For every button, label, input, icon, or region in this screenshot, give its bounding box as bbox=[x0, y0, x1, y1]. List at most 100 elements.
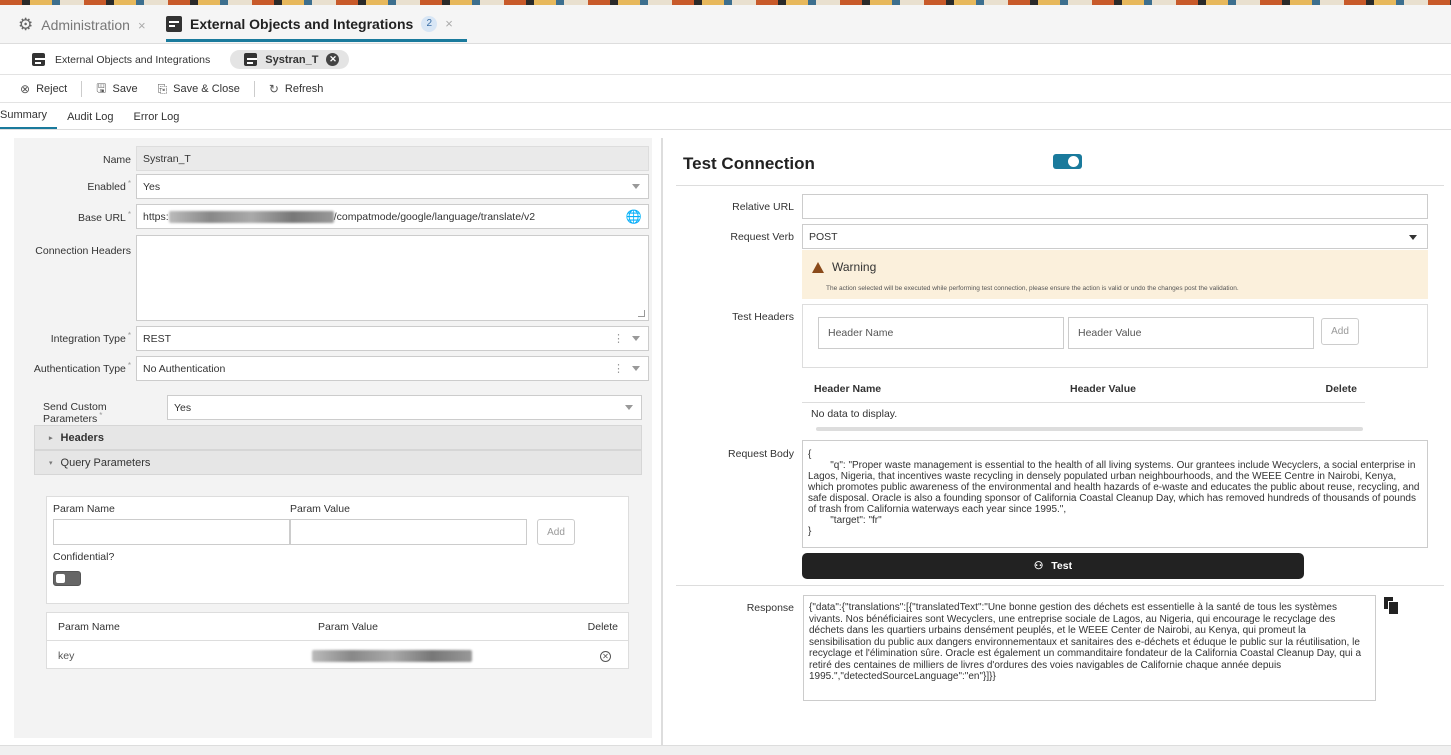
save-label: Save bbox=[112, 83, 138, 95]
tab-administration-label: Administration bbox=[41, 17, 130, 33]
test-connection-title: Test Connection bbox=[683, 154, 815, 173]
base-url-input[interactable]: https:/compatmode/google/language/transl… bbox=[136, 204, 649, 229]
confidential-toggle[interactable] bbox=[53, 571, 81, 586]
globe-icon[interactable]: 🌐 bbox=[626, 209, 642, 225]
send-custom-label: Send Custom Parameters * bbox=[43, 401, 107, 425]
param-name-input[interactable] bbox=[53, 519, 290, 545]
document-icon bbox=[166, 15, 182, 32]
relative-url-label: Relative URL bbox=[732, 201, 794, 213]
request-verb-select[interactable]: POST bbox=[802, 224, 1428, 249]
close-icon[interactable]: × bbox=[138, 18, 146, 33]
save-close-button[interactable]: ⎘ Save & Close bbox=[148, 82, 250, 97]
enabled-select[interactable]: Yes bbox=[136, 174, 649, 199]
integration-type-label: Integration Type * bbox=[50, 331, 131, 345]
params-table: Param Name Param Value Delete key ✕ bbox=[46, 612, 629, 669]
horizontal-scrollbar[interactable] bbox=[802, 425, 1377, 432]
reject-button[interactable]: ⊗ Reject bbox=[10, 82, 77, 96]
enabled-label: Enabled * bbox=[87, 179, 131, 193]
test-icon: ⚇ bbox=[1033, 560, 1044, 572]
auth-type-label: Authentication Type * bbox=[33, 361, 131, 375]
test-headers-table-header: Header Name Header Value Delete bbox=[802, 373, 1365, 403]
tab-audit-log[interactable]: Audit Log bbox=[57, 111, 123, 129]
warning-icon bbox=[812, 261, 824, 273]
param-name-label: Param Name bbox=[53, 503, 115, 515]
more-icon[interactable]: ⋮ bbox=[613, 362, 624, 375]
test-connection-toggle[interactable] bbox=[1053, 154, 1082, 169]
request-verb-label: Request Verb bbox=[730, 231, 794, 243]
col-param-name: Param Name bbox=[58, 620, 120, 633]
header-name-input[interactable]: Header Name bbox=[818, 317, 1064, 349]
request-body-label: Request Body bbox=[728, 448, 794, 460]
toolbar-divider bbox=[81, 81, 83, 97]
chevron-down-icon: ▾ bbox=[49, 459, 53, 467]
warning-banner: Warning The action selected will be exec… bbox=[802, 250, 1428, 299]
test-headers-table: Header Name Header Value Delete No data … bbox=[802, 373, 1365, 431]
col-delete: Delete bbox=[1325, 383, 1357, 395]
toolbar: ⊗ Reject 🖫 Save ⎘ Save & Close ↻ Refresh bbox=[0, 76, 1451, 103]
add-param-button[interactable]: Add bbox=[537, 519, 575, 545]
breadcrumb-parent-label: External Objects and Integrations bbox=[55, 53, 211, 66]
add-header-button[interactable]: Add bbox=[1321, 318, 1359, 345]
document-icon bbox=[32, 53, 45, 66]
refresh-button[interactable]: ↻ Refresh bbox=[259, 82, 334, 96]
test-headers-box: Header Name Header Value Add bbox=[802, 304, 1428, 368]
breadcrumb-current[interactable]: Systran_T ✕ bbox=[230, 50, 350, 69]
close-icon[interactable]: × bbox=[445, 16, 453, 31]
refresh-icon: ↻ bbox=[268, 82, 279, 96]
tab-count-badge: 2 bbox=[421, 15, 438, 32]
save-close-label: Save & Close bbox=[173, 83, 240, 95]
base-url-label: Base URL * bbox=[78, 210, 131, 224]
query-parameters-section-toggle[interactable]: ▾ Query Parameters bbox=[34, 450, 642, 475]
top-tab-bar: ⚙ Administration × External Objects and … bbox=[0, 0, 1451, 44]
tab-external-objects-label: External Objects and Integrations bbox=[190, 15, 414, 32]
save-button[interactable]: 🖫 Save bbox=[86, 79, 147, 100]
tab-error-log[interactable]: Error Log bbox=[124, 111, 190, 129]
redacted-value bbox=[312, 650, 472, 662]
close-icon[interactable]: ✕ bbox=[326, 53, 340, 66]
col-delete: Delete bbox=[587, 620, 618, 633]
test-button-label: Test bbox=[1051, 560, 1073, 572]
document-icon bbox=[244, 53, 258, 66]
save-close-icon: ⎘ bbox=[157, 81, 168, 96]
delete-icon[interactable]: ✕ bbox=[600, 650, 611, 662]
confidential-label: Confidential? bbox=[53, 551, 115, 563]
custom-parameters-panel: Send Custom Parameters * Yes ▸ Headers ▾ Qu… bbox=[34, 393, 642, 683]
tab-summary[interactable]: Summary bbox=[0, 109, 58, 129]
header-value-input[interactable]: Header Value bbox=[1068, 317, 1314, 349]
integration-type-select[interactable]: REST ⋮ bbox=[136, 326, 649, 351]
param-value-label: Param Value bbox=[290, 503, 350, 515]
copy-icon[interactable] bbox=[1384, 597, 1399, 615]
test-headers-label: Test Headers bbox=[732, 311, 794, 323]
gear-icon: ⚙ bbox=[18, 15, 34, 34]
param-name-cell: key bbox=[58, 650, 75, 662]
status-bar bbox=[0, 745, 1451, 755]
save-icon: 🖫 bbox=[96, 80, 107, 95]
connection-headers-textarea[interactable] bbox=[136, 235, 649, 321]
relative-url-input[interactable] bbox=[802, 194, 1428, 219]
headers-section-toggle[interactable]: ▸ Headers bbox=[34, 425, 642, 450]
chevron-right-icon: ▸ bbox=[49, 434, 53, 442]
tab-administration[interactable]: ⚙ Administration × bbox=[18, 8, 146, 42]
breadcrumb-parent[interactable]: External Objects and Integrations bbox=[32, 53, 210, 66]
col-header-name: Header Name bbox=[814, 383, 882, 395]
add-param-box: Param Name Param Value Add Confidential? bbox=[46, 496, 629, 604]
toolbar-divider bbox=[253, 81, 255, 97]
param-value-input[interactable] bbox=[290, 519, 527, 545]
col-param-value: Param Value bbox=[318, 620, 378, 633]
tab-external-objects[interactable]: External Objects and Integrations 2 × bbox=[166, 8, 467, 42]
redacted-host bbox=[168, 210, 334, 223]
circle-x-icon: ⊗ bbox=[20, 82, 31, 96]
reject-label: Reject bbox=[36, 83, 68, 95]
no-data-message: No data to display. bbox=[811, 408, 898, 420]
more-icon[interactable]: ⋮ bbox=[613, 332, 624, 345]
table-row[interactable]: key ✕ bbox=[47, 642, 628, 670]
refresh-label: Refresh bbox=[284, 83, 324, 95]
request-body-textarea[interactable]: { "q": "Proper waste management is essen… bbox=[802, 440, 1428, 548]
response-textarea[interactable]: {"data":{"translations":[{"translatedTex… bbox=[803, 595, 1376, 701]
breadcrumb: External Objects and Integrations Systra… bbox=[0, 45, 1451, 75]
test-button[interactable]: ⚇ Test bbox=[802, 553, 1304, 579]
breadcrumb-current-label: Systran_T bbox=[265, 53, 319, 66]
warning-message: The action selected will be executed whi… bbox=[826, 285, 1239, 292]
send-custom-select[interactable]: Yes bbox=[167, 395, 642, 420]
auth-type-select[interactable]: No Authentication ⋮ bbox=[136, 356, 649, 381]
